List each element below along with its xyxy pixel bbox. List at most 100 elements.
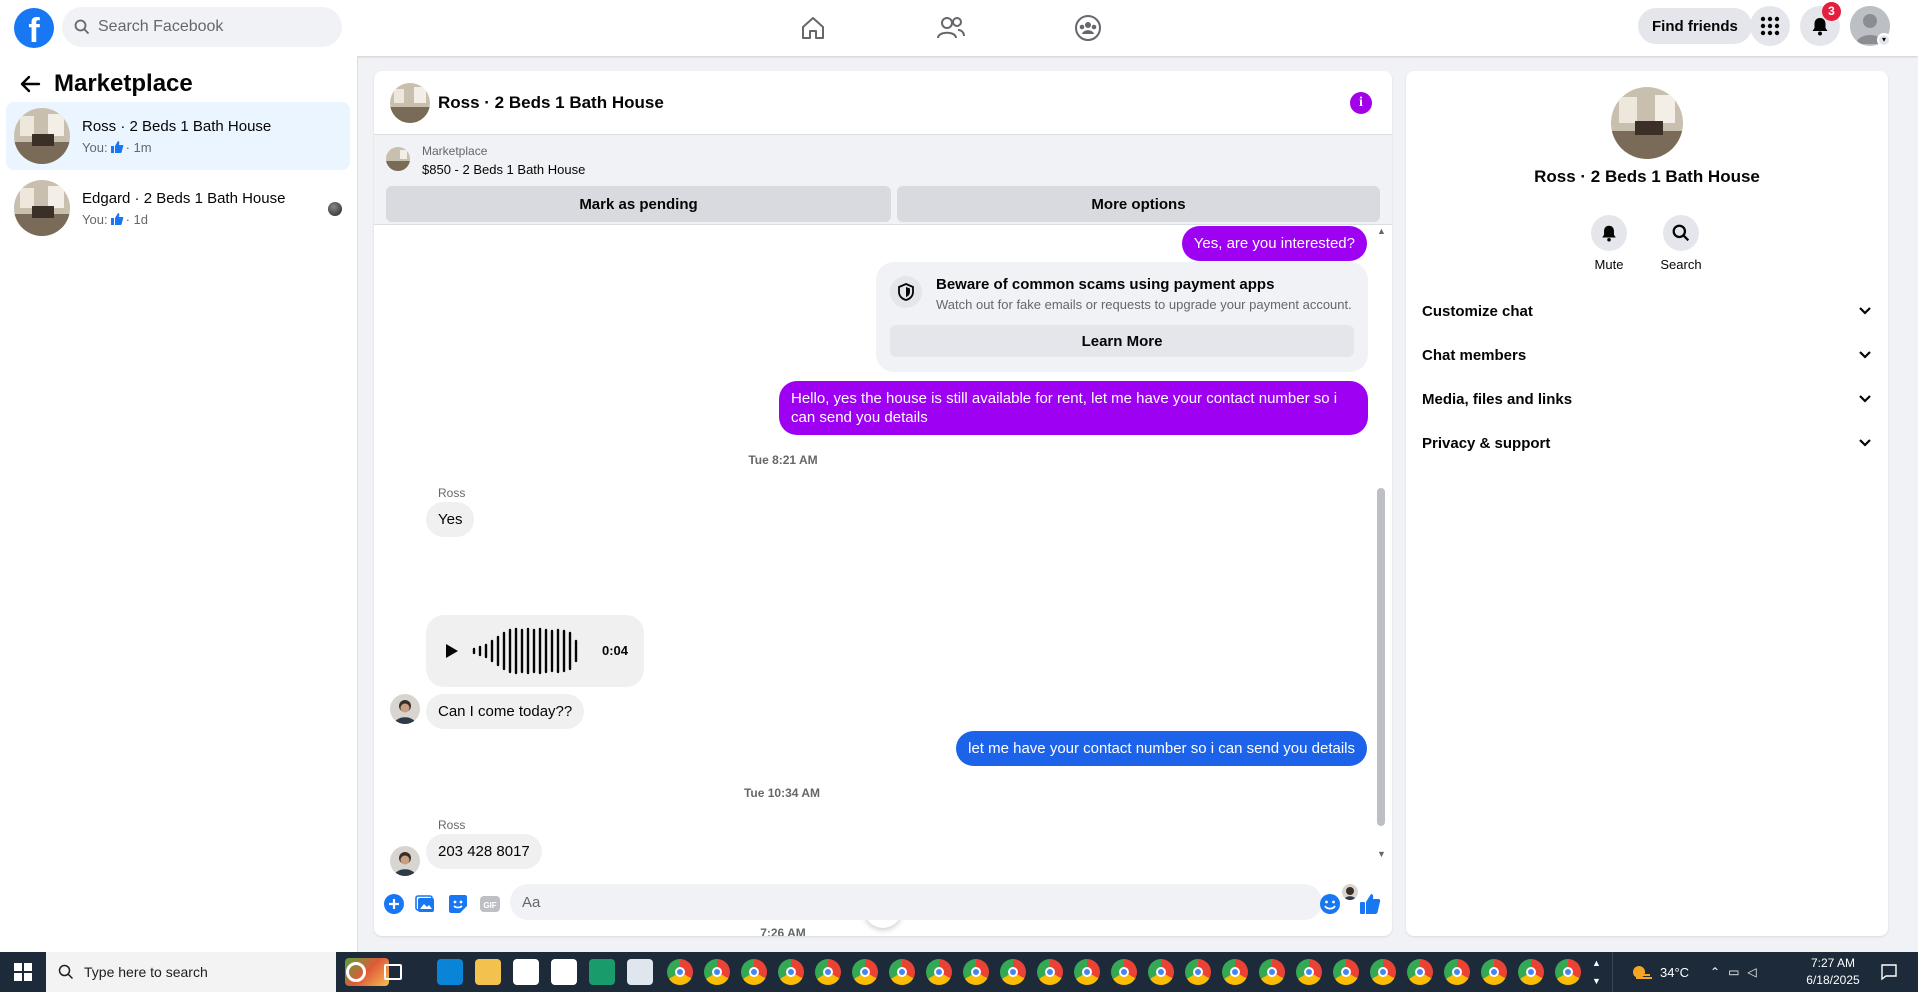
chat-members-section[interactable]: Chat members [1422,337,1882,373]
customize-chat-section[interactable]: Customize chat [1422,293,1882,329]
chat-details-panel: Ross · 2 Beds 1 Bath House Mute Search C… [1406,71,1888,936]
system-tray-icons[interactable]: ⌃ ▭ ◁ [1710,952,1765,992]
chrome-browser-icon[interactable] [963,959,989,985]
outgoing-message[interactable]: let me have your contact number so i can… [956,731,1367,766]
file-explorer-icon[interactable] [475,959,501,985]
volume-icon[interactable]: ◁ [1747,965,1764,979]
incoming-message[interactable]: Can I come today?? [426,694,585,729]
chrome-browser-icon[interactable] [815,959,841,985]
edge-browser-icon[interactable] [437,959,463,985]
sticker-icon[interactable] [446,892,470,916]
chrome-browser-icon[interactable] [1148,959,1174,985]
play-icon[interactable] [440,640,462,662]
chrome-browser-icon[interactable] [1074,959,1100,985]
learn-more-button[interactable]: Learn More [890,325,1354,357]
windows-logo-icon [14,963,32,981]
taskbar-search-box[interactable]: Type here to search [46,952,336,992]
task-view-icon[interactable] [384,964,402,980]
facebook-search-box[interactable] [62,7,342,47]
friends-nav-button[interactable] [931,10,971,46]
home-nav-button[interactable] [793,10,833,46]
chrome-browser-icon[interactable] [778,959,804,985]
notification-center-button[interactable] [1880,952,1898,992]
listing-title[interactable]: $850 - 2 Beds 1 Bath House [422,162,585,177]
mail-icon[interactable] [551,959,577,985]
chrome-browser-icon[interactable] [1259,959,1285,985]
cortana-icon[interactable] [346,962,366,982]
chrome-browser-icon[interactable] [889,959,915,985]
chrome-browser-icon[interactable] [1481,959,1507,985]
plus-circle-icon[interactable] [382,892,406,916]
chat-scrollbar[interactable]: ▲ ▼ [1374,226,1388,862]
chevron-down-icon[interactable]: ▾ [1877,33,1891,47]
message-input[interactable] [510,884,1322,920]
media-files-links-section[interactable]: Media, files and links [1422,381,1882,417]
chrome-browser-icon[interactable] [1407,959,1433,985]
chrome-browser-icon[interactable] [1518,959,1544,985]
chrome-browser-icon[interactable] [1296,959,1322,985]
chat-title[interactable]: Ross · 2 Beds 1 Bath House [438,93,664,113]
chrome-browser-icon[interactable] [926,959,952,985]
find-friends-button[interactable]: Find friends [1638,8,1752,44]
voice-message[interactable]: 0:04 [426,615,644,687]
chrome-browser-icon[interactable] [1222,959,1248,985]
chrome-browser-icon[interactable] [704,959,730,985]
app-icon[interactable] [627,959,653,985]
facebook-search-input[interactable] [98,18,318,36]
scroll-down-arrow-icon[interactable]: ▼ [1377,849,1386,859]
chevron-down-icon [1859,395,1871,403]
app-icon[interactable] [589,959,615,985]
emoji-icon[interactable] [1318,892,1342,916]
facebook-logo-icon[interactable]: f [14,8,54,48]
menu-button[interactable] [1750,6,1790,46]
taskbar-overflow-arrows[interactable]: ▲ ▼ [1592,952,1602,992]
chrome-browser-icon[interactable] [1333,959,1359,985]
scrollbar-thumb[interactable] [1377,488,1385,826]
info-icon[interactable]: i [1350,92,1372,114]
clock-time: 7:27 AM [1810,956,1856,970]
conversation-item-ross[interactable]: Ross · 2 Beds 1 Bath House You: · 1m [6,102,350,170]
photo-icon[interactable] [414,892,438,916]
chrome-browser-icon[interactable] [1037,959,1063,985]
chrome-browser-icon[interactable] [1444,959,1470,985]
more-options-button[interactable]: More options [897,186,1380,222]
conversation-item-edgard[interactable]: Edgard · 2 Beds 1 Bath House You: · 1d [6,174,350,242]
thumbs-up-icon[interactable] [1358,892,1382,916]
incoming-message[interactable]: Yes [426,502,475,537]
audio-waveform-icon [472,627,578,675]
gif-icon[interactable]: GIF [478,892,502,916]
listing-thumbnail [386,147,410,171]
ross-avatar[interactable] [390,846,420,876]
chrome-browser-icon[interactable] [1185,959,1211,985]
chrome-browser-icon[interactable] [1111,959,1137,985]
chrome-browser-icon[interactable] [1555,959,1581,985]
network-icon[interactable]: ▭ [1728,965,1747,979]
taskbar-clock[interactable]: 7:27 AM 6/18/2025 [1788,955,1878,989]
groups-nav-button[interactable] [1068,10,1108,46]
mark-as-pending-button[interactable]: Mark as pending [386,186,891,222]
listing-avatar[interactable] [390,82,430,123]
chrome-browser-icon[interactable] [741,959,767,985]
weather-widget[interactable]: 34°C [1630,952,1689,992]
chrome-browser-icon[interactable] [667,959,693,985]
privacy-support-section[interactable]: Privacy & support [1422,425,1882,461]
outgoing-message[interactable]: Yes, are you interested? [1181,226,1367,261]
voice-duration: 0:04 [602,643,629,658]
incoming-message[interactable]: 203 428 8017 [426,834,542,869]
chrome-browser-icon[interactable] [1370,959,1396,985]
bell-icon [1602,225,1616,242]
windows-taskbar: Type here to search ▲ ▼ 34°C ⌃ ▭ ◁ 7:27 … [0,952,1918,992]
store-icon[interactable] [513,959,539,985]
scroll-up-arrow-icon[interactable]: ▲ [1377,226,1386,236]
listing-avatar[interactable] [1611,87,1683,159]
back-button[interactable] [16,70,44,98]
ross-avatar[interactable] [390,694,420,724]
search-in-conversation-button[interactable]: Search [1651,215,1711,272]
windows-start-button[interactable] [0,952,46,992]
mute-button[interactable]: Mute [1579,215,1639,272]
sidebar-header: Marketplace [16,70,193,98]
chrome-browser-icon[interactable] [1000,959,1026,985]
chrome-browser-icon[interactable] [852,959,878,985]
outgoing-message[interactable]: Hello, yes the house is still available … [779,381,1368,435]
chevron-up-icon[interactable]: ⌃ [1710,965,1728,979]
